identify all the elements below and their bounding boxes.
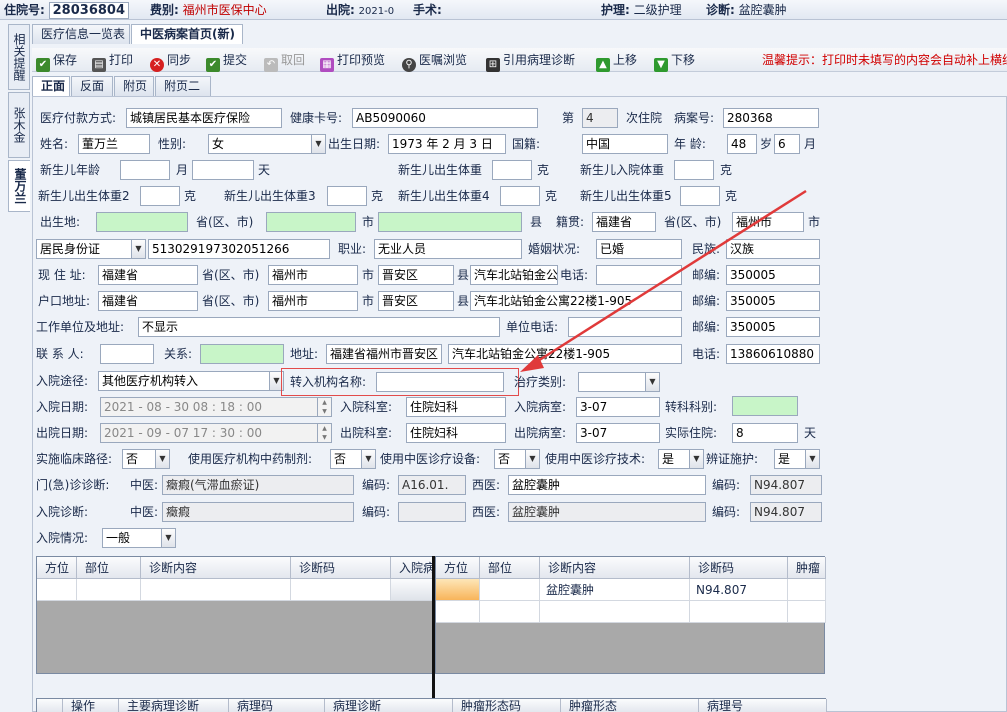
annotation-arrow-icon [520,189,807,372]
